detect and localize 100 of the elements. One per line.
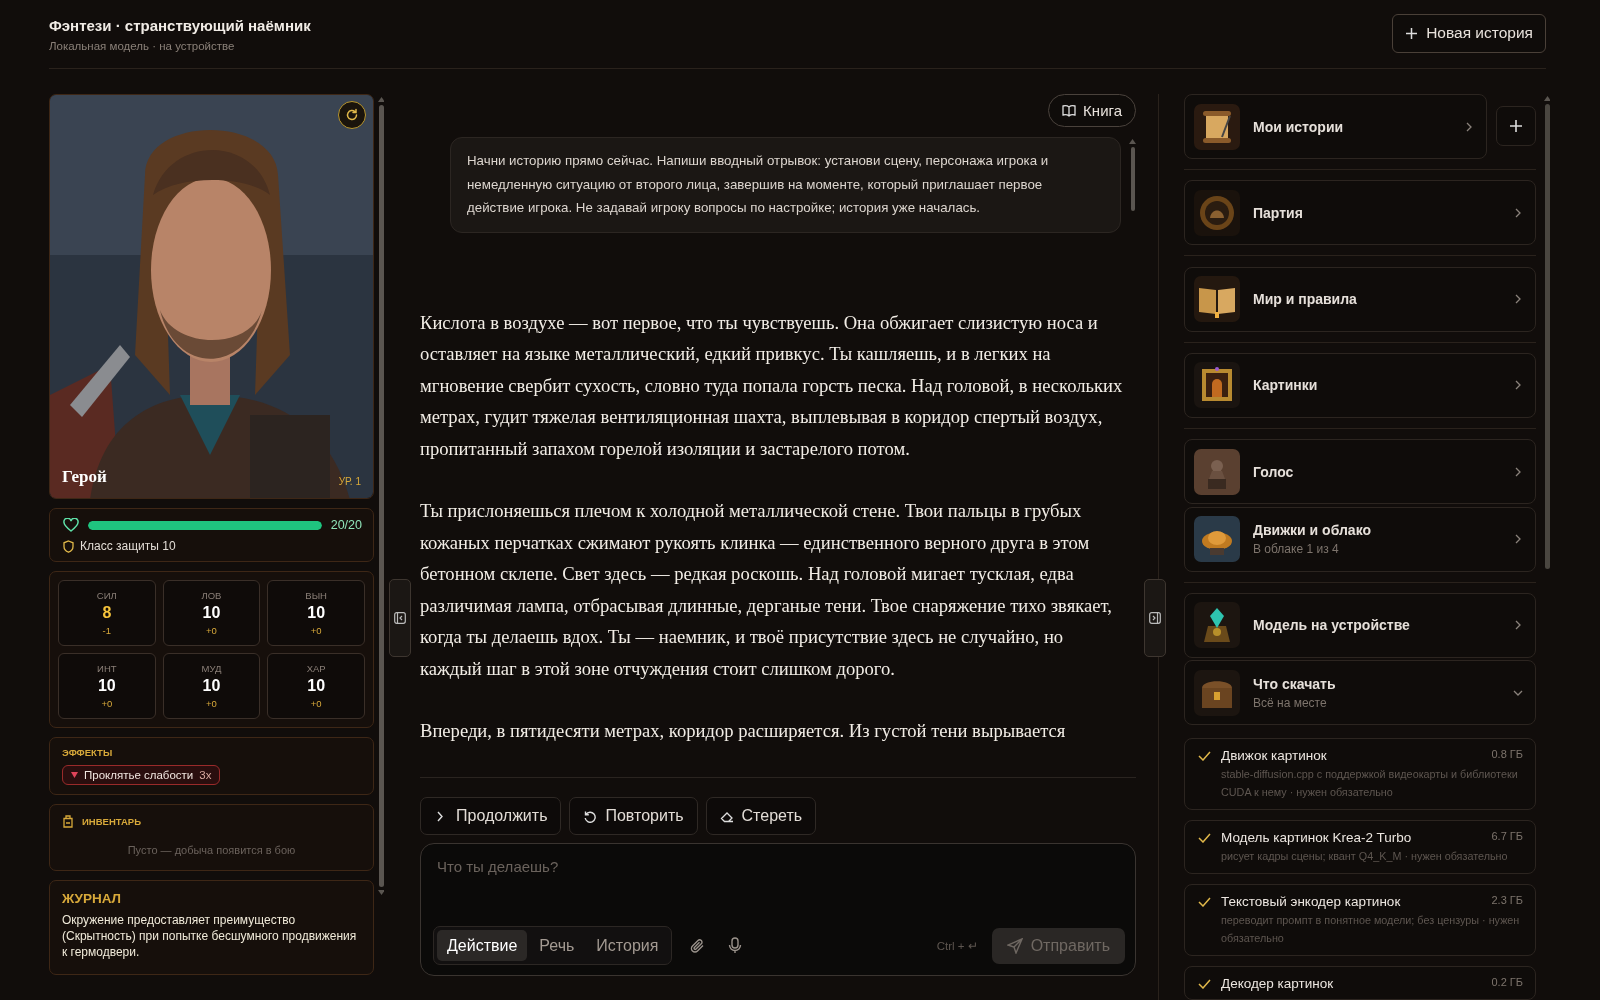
scrollbar[interactable]	[378, 105, 384, 887]
add-story-button[interactable]	[1496, 106, 1536, 146]
erase-button[interactable]: Стереть	[705, 797, 817, 835]
menu-item[interactable]: Что скачать Всё на месте	[1184, 660, 1536, 726]
stat-label: МУД	[201, 663, 222, 674]
stat-label: ВЫН	[305, 590, 327, 601]
download-note: переводит промпт в понятное модели; без цензуры · нужен обязательно	[1221, 913, 1521, 946]
menu-item-title: Картинки	[1253, 377, 1319, 394]
inventory-empty-text: Пусто — добыча появится в бою	[126, 844, 297, 856]
journal-title: ЖУРНАЛ	[62, 891, 123, 906]
download-note: рисует кадры сцены; квант Q4_K_M · нужен обязательно	[1221, 849, 1509, 864]
download-name: Движок картинок	[1221, 748, 1327, 763]
menu-item-title: Партия	[1253, 204, 1304, 221]
shield-icon	[63, 539, 74, 553]
level-label: УР. 1	[338, 476, 361, 487]
stat-value: 10	[307, 604, 326, 622]
download-size: 0.8 ГБ	[1491, 748, 1523, 762]
effects-title: ЭФФЕКТЫ	[62, 747, 114, 758]
download-size: 6.7 ГБ	[1491, 830, 1523, 844]
menu-item[interactable]: Движки и облако В облаке 1 из 4	[1184, 506, 1536, 572]
stat-modifier: +0	[206, 625, 217, 636]
menu-item-title: Голос	[1253, 463, 1295, 480]
menu-item-subtitle: Всё на месте	[1253, 695, 1328, 710]
inventory-title: ИНВЕНТАРЬ	[82, 815, 141, 827]
download-name: Модель картинок Krea-2 Turbo	[1221, 830, 1412, 845]
mode-tab[interactable]: Действие	[437, 930, 528, 961]
menu-item[interactable]: Мои истории	[1184, 94, 1487, 159]
book-button[interactable]: Книга	[1048, 94, 1136, 127]
app-subtitle: Локальная модель · на устройстве	[49, 39, 236, 52]
download-note: stable-diffusion.cpp с поддержкой видеокарты и библиотеки CUDA к нему · нужен обязательно	[1221, 767, 1519, 800]
backpack-icon	[62, 814, 74, 828]
scroll-up-icon	[1543, 96, 1550, 101]
menu-item[interactable]: Голос	[1184, 439, 1536, 505]
menu-item[interactable]: Мир и правила	[1184, 266, 1536, 332]
health-reading: 20/20	[330, 518, 362, 532]
download-name: Декодер картинок	[1221, 976, 1334, 991]
plus-icon	[1405, 26, 1419, 40]
mode-tab[interactable]: Речь	[529, 930, 585, 961]
retry-button[interactable]: Повторить	[569, 797, 698, 835]
menu-item-title: Модель на устройстве	[1253, 617, 1411, 634]
effect-count: 3x	[199, 769, 212, 781]
menu-item-title: Мир и правила	[1253, 291, 1358, 308]
scrollbar[interactable]	[1130, 147, 1135, 211]
scrollbar[interactable]	[1544, 104, 1550, 569]
menu-item[interactable]: Картинки	[1184, 352, 1536, 418]
menu-item-subtitle: В облаке 1 из 4	[1253, 542, 1340, 557]
message-box[interactable]: Что ты делаешь? Действие Речь История Ctrl + ↵ Отправить	[420, 843, 1136, 976]
refresh-icon	[345, 108, 359, 122]
stat-label: СИЛ	[96, 590, 117, 601]
shortcut-hint: Ctrl + ↵	[936, 938, 978, 953]
book-icon	[1194, 276, 1240, 323]
microphone-icon	[728, 937, 743, 954]
collapse-right-button[interactable]	[1144, 579, 1166, 657]
story-paragraph: Впереди, в пятидесяти метрах, коридор расширяется. Из густой тени вырывается	[420, 719, 1067, 743]
continue-button[interactable]: Продолжить	[420, 797, 562, 835]
scroll-down-icon	[377, 890, 384, 895]
orb-icon	[1194, 516, 1240, 563]
stat-label: ЛОВ	[201, 590, 222, 601]
stat-modifier: +0	[310, 698, 322, 709]
heart-icon	[63, 518, 79, 532]
stat-label: ХАР	[306, 663, 326, 674]
menu-item[interactable]: Партия	[1184, 180, 1536, 246]
menu-item-title: Что скачать	[1253, 675, 1337, 692]
book-icon	[1062, 104, 1077, 117]
panel-right-icon	[1149, 612, 1161, 624]
prompt-message: Начни историю прямо сейчас. Напиши вводный отрывок: установи сцену, персонажа игрока и немедленную ситуацию от второго лица, завершив на моменте, который приглашает первое действие игрока. Не задавай игроку вопросы по настройке; история уже началась.	[450, 137, 1121, 233]
stat-modifier: -1	[102, 625, 112, 636]
new-story-button[interactable]: Новая история	[1392, 13, 1546, 53]
statue-icon	[1194, 448, 1240, 495]
stat-value: 10	[202, 677, 221, 695]
effect-name: Проклятье слабости	[84, 769, 194, 781]
download-size: 2.3 ГБ	[1491, 894, 1523, 908]
scroll-up-icon	[1129, 139, 1136, 144]
gem-icon	[1194, 602, 1240, 649]
stat-value: 10	[307, 677, 326, 695]
medallion-icon	[1194, 189, 1240, 236]
stat-modifier: +0	[310, 625, 322, 636]
armor-class: Класс защиты 10	[80, 539, 176, 553]
stat-value: 10	[202, 604, 221, 622]
scroll-icon	[1194, 103, 1240, 150]
story-paragraph: Кислота в воздухе — вот первое, что ты чувствуешь. Она обжигает слизистую носа и оставляет на языке металлический, едкий привкус. Ты кашляешь, и в легких на мгновение свербит сухость, словно туда попала горсть песка. Над головой, в нескольких метрах, гудит тяжелая вентиляционная шахта, выплевывая в коридор спертый воздух, пропитанный запахом горелой изоляции и застарелого потом.	[420, 310, 1124, 461]
send-icon	[1006, 937, 1023, 954]
triangle-icon	[71, 772, 78, 778]
story-paragraph: Ты прислоняешься плечом к холодной металлической стене. Твои пальцы в грубых кожаных перчатках сжимают рукоять клинка — единственного верного друга в этом бетонном склепе. Свет здесь — редкая роскошь. Над головой мигает тусклая, едва различимая лампа, отбрасывая длинные, дерганые тени. Твое снаряжение тихо звякает, когда ты делаешь вдох. Ты — наемник, и твоё присутствие здесь не случайно, но каждый шаг в этой зоне отчуждения стоит слишком дорого.	[420, 499, 1113, 681]
collapse-left-button[interactable]	[389, 579, 411, 657]
picture-frame-icon	[1194, 362, 1240, 409]
hero-name: Герой	[62, 467, 107, 487]
app-title: Фэнтези · странствующий наёмник	[49, 16, 311, 34]
chest-icon	[1194, 669, 1240, 716]
panel-left-icon	[394, 612, 406, 624]
stat-value: 8	[102, 604, 112, 622]
menu-item-title: Движки и облако	[1253, 522, 1372, 539]
download-size: 0.2 ГБ	[1491, 976, 1523, 990]
stat-modifier: +0	[101, 698, 113, 709]
download-name: Текстовый энкодер картинок	[1221, 894, 1401, 909]
stat-label: ИНТ	[97, 663, 117, 674]
undo-icon	[583, 809, 598, 823]
mode-tab[interactable]: История	[586, 930, 669, 961]
stat-value: 10	[97, 677, 116, 695]
menu-item[interactable]: Модель на устройстве	[1184, 592, 1536, 658]
